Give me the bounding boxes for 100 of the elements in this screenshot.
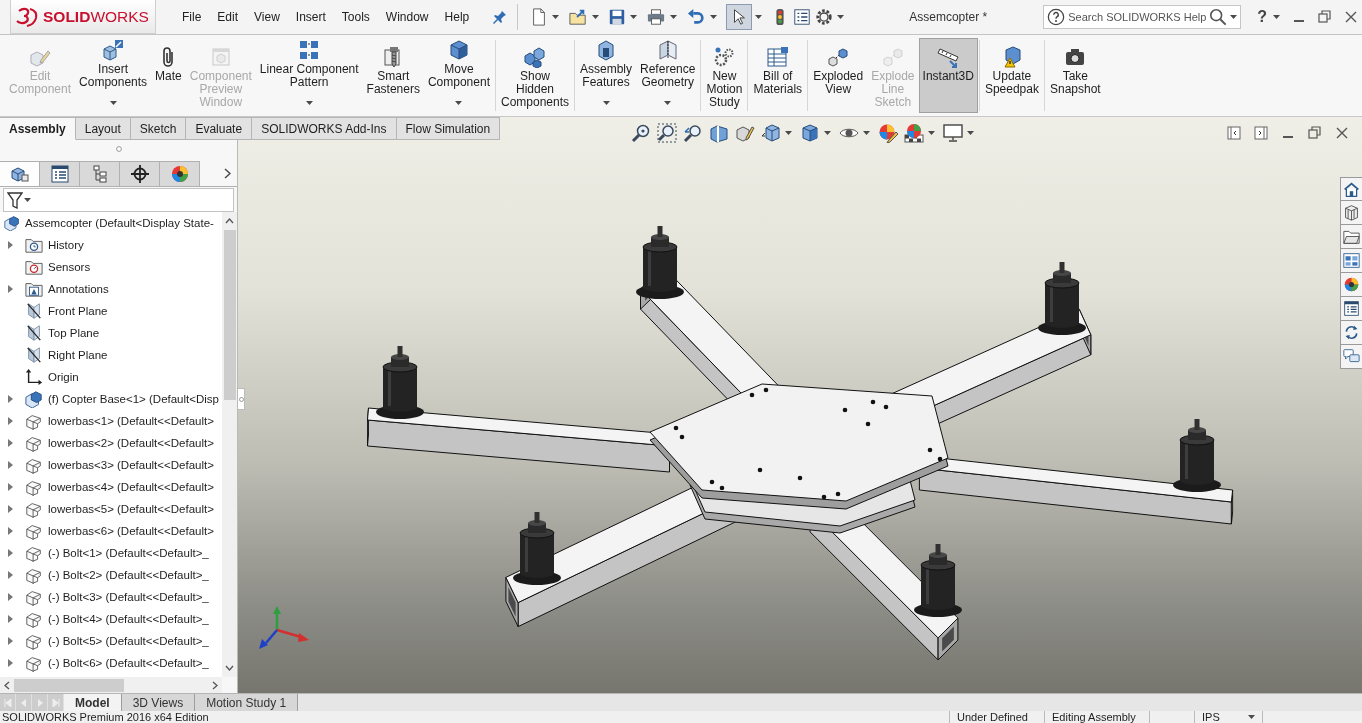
close-icon[interactable] bbox=[1335, 126, 1349, 140]
menu-item[interactable]: View bbox=[246, 10, 288, 24]
caret-icon[interactable] bbox=[630, 15, 638, 19]
ribbon-button[interactable]: New Motion Study bbox=[702, 38, 747, 113]
tree-item[interactable]: History bbox=[0, 234, 222, 256]
tree-item[interactable]: Sensors bbox=[0, 256, 222, 278]
view-tab[interactable]: Model bbox=[64, 694, 122, 711]
printer-icon[interactable] bbox=[646, 8, 667, 26]
panel-tab[interactable] bbox=[40, 161, 80, 186]
ribbon-button[interactable]: Reference Geometry bbox=[636, 38, 700, 113]
caret-icon[interactable] bbox=[1230, 15, 1238, 19]
magnifier-arrow-icon[interactable] bbox=[682, 123, 703, 143]
expander-arrow-icon[interactable] bbox=[8, 483, 13, 491]
magnifier-icon[interactable] bbox=[630, 123, 651, 143]
command-tab[interactable]: SOLIDWORKS Add-Ins bbox=[252, 117, 397, 140]
color-ball-pencil-icon[interactable] bbox=[877, 123, 898, 143]
chevron-right-icon[interactable] bbox=[224, 168, 231, 179]
caret-icon[interactable] bbox=[670, 15, 678, 19]
ribbon-button[interactable]: Exploded View bbox=[809, 38, 868, 113]
expander-arrow-icon[interactable] bbox=[8, 461, 13, 469]
task-pane-tab[interactable] bbox=[1340, 321, 1362, 345]
tree-item[interactable]: (-) Bolt<2> (Default<<Default>_ bbox=[0, 564, 222, 586]
pushpin-icon[interactable] bbox=[493, 10, 508, 24]
chevron-left-icon[interactable] bbox=[4, 680, 10, 690]
ribbon-button[interactable]: Instant3D bbox=[918, 38, 978, 113]
folder-arrow-icon[interactable] bbox=[568, 8, 589, 26]
ribbon-button[interactable]: Move Component bbox=[423, 38, 494, 113]
expander-arrow-icon[interactable] bbox=[8, 395, 13, 403]
command-tab[interactable]: Sketch bbox=[130, 117, 187, 140]
expander-arrow-icon[interactable] bbox=[8, 615, 13, 623]
scrollbar[interactable] bbox=[0, 677, 222, 693]
task-pane-tab[interactable] bbox=[1340, 297, 1362, 321]
cut-cube-icon[interactable] bbox=[708, 123, 729, 143]
filter-field[interactable] bbox=[3, 188, 234, 212]
tree-item[interactable]: Origin bbox=[0, 366, 222, 388]
menu-item[interactable]: File bbox=[174, 10, 210, 24]
command-tab[interactable]: Flow Simulation bbox=[396, 117, 501, 140]
caret-icon[interactable] bbox=[784, 131, 792, 135]
caret-icon[interactable] bbox=[1273, 15, 1280, 19]
ribbon-button[interactable]: Insert Components bbox=[75, 38, 152, 113]
color-ball-checker-icon[interactable] bbox=[903, 123, 924, 143]
panel-left-icon[interactable] bbox=[1227, 126, 1241, 140]
tree-item[interactable]: (-) Bolt<3> (Default<<Default>_ bbox=[0, 586, 222, 608]
tree-item[interactable]: lowerbas<5> (Default<<Default> bbox=[0, 498, 222, 520]
caret-icon[interactable] bbox=[1248, 715, 1255, 719]
search-input[interactable]: Search SOLIDWORKS Help bbox=[1068, 11, 1207, 23]
expander-arrow-icon[interactable] bbox=[8, 417, 13, 425]
restore-icon[interactable] bbox=[1308, 126, 1322, 140]
undo-arrow-icon[interactable] bbox=[686, 8, 707, 26]
tree-item[interactable]: (-) Bolt<1> (Default<<Default>_ bbox=[0, 542, 222, 564]
tree-item[interactable]: (f) Copter Base<1> (Default<Disp bbox=[0, 388, 222, 410]
expander-arrow-icon[interactable] bbox=[8, 439, 13, 447]
panel-tab[interactable] bbox=[160, 161, 200, 186]
menu-item[interactable]: Window bbox=[377, 10, 437, 24]
task-pane-tab[interactable] bbox=[1340, 201, 1362, 225]
command-tab[interactable]: Evaluate bbox=[186, 117, 253, 140]
ribbon-button[interactable]: Update Speedpak bbox=[980, 38, 1043, 113]
tree-item[interactable]: (-) Bolt<4> (Default<<Default>_ bbox=[0, 608, 222, 630]
caret-icon[interactable] bbox=[552, 15, 560, 19]
caret-icon[interactable] bbox=[862, 131, 870, 135]
tree-item[interactable]: lowerbas<6> (Default<<Default> bbox=[0, 520, 222, 542]
menu-item[interactable]: Tools bbox=[333, 10, 378, 24]
search-icon[interactable] bbox=[1209, 8, 1228, 26]
ribbon-button[interactable]: Mate bbox=[151, 38, 186, 113]
ribbon-button[interactable]: Smart Fasteners bbox=[362, 38, 424, 113]
chevron-up-icon[interactable] bbox=[225, 218, 234, 224]
search-field[interactable]: Search SOLIDWORKS Help bbox=[1043, 5, 1242, 29]
caret-icon[interactable] bbox=[755, 15, 763, 19]
expander-arrow-icon[interactable] bbox=[8, 527, 13, 535]
caret-icon[interactable] bbox=[966, 131, 974, 135]
expander-arrow-icon[interactable] bbox=[8, 549, 13, 557]
restore-icon[interactable] bbox=[1318, 10, 1332, 24]
magnifier-box-icon[interactable] bbox=[656, 123, 677, 143]
ribbon-button[interactable]: Take Snapshot bbox=[1045, 38, 1105, 113]
cube-arrows-icon[interactable] bbox=[760, 123, 781, 143]
expander-arrow-icon[interactable] bbox=[8, 241, 13, 249]
tree-item[interactable]: (-) Bolt<6> (Default<<Default>_ bbox=[0, 652, 222, 674]
chevron-right-icon[interactable] bbox=[212, 680, 218, 690]
tree-item[interactable]: Assemcopter (Default<Display State- bbox=[0, 212, 222, 234]
menu-item[interactable]: Insert bbox=[287, 10, 334, 24]
ribbon-button[interactable]: Bill of Materials bbox=[749, 38, 807, 113]
select-button[interactable] bbox=[726, 4, 753, 30]
caret-icon[interactable] bbox=[710, 15, 718, 19]
shaded-cube-icon[interactable] bbox=[799, 123, 820, 143]
expander-arrow-icon[interactable] bbox=[8, 637, 13, 645]
scrollbar-thumb[interactable] bbox=[14, 678, 124, 692]
command-tab[interactable]: Assembly bbox=[0, 117, 76, 140]
tree-item[interactable]: lowerbas<3> (Default<<Default> bbox=[0, 454, 222, 476]
view-tab[interactable]: 3D Views bbox=[121, 694, 196, 711]
tree-item[interactable]: Right Plane bbox=[0, 344, 222, 366]
panel-collapse-handle[interactable] bbox=[237, 388, 245, 410]
tree-item[interactable]: Annotations bbox=[0, 278, 222, 300]
caret-icon[interactable] bbox=[823, 131, 831, 135]
tree-item[interactable]: Top Plane bbox=[0, 322, 222, 344]
expander-arrow-icon[interactable] bbox=[8, 571, 13, 579]
panel-tab[interactable] bbox=[120, 161, 160, 186]
expander-arrow-icon[interactable] bbox=[8, 659, 13, 667]
scrollbar[interactable] bbox=[222, 212, 237, 677]
menu-item[interactable]: Help bbox=[436, 10, 478, 24]
gear-icon[interactable] bbox=[815, 8, 834, 26]
